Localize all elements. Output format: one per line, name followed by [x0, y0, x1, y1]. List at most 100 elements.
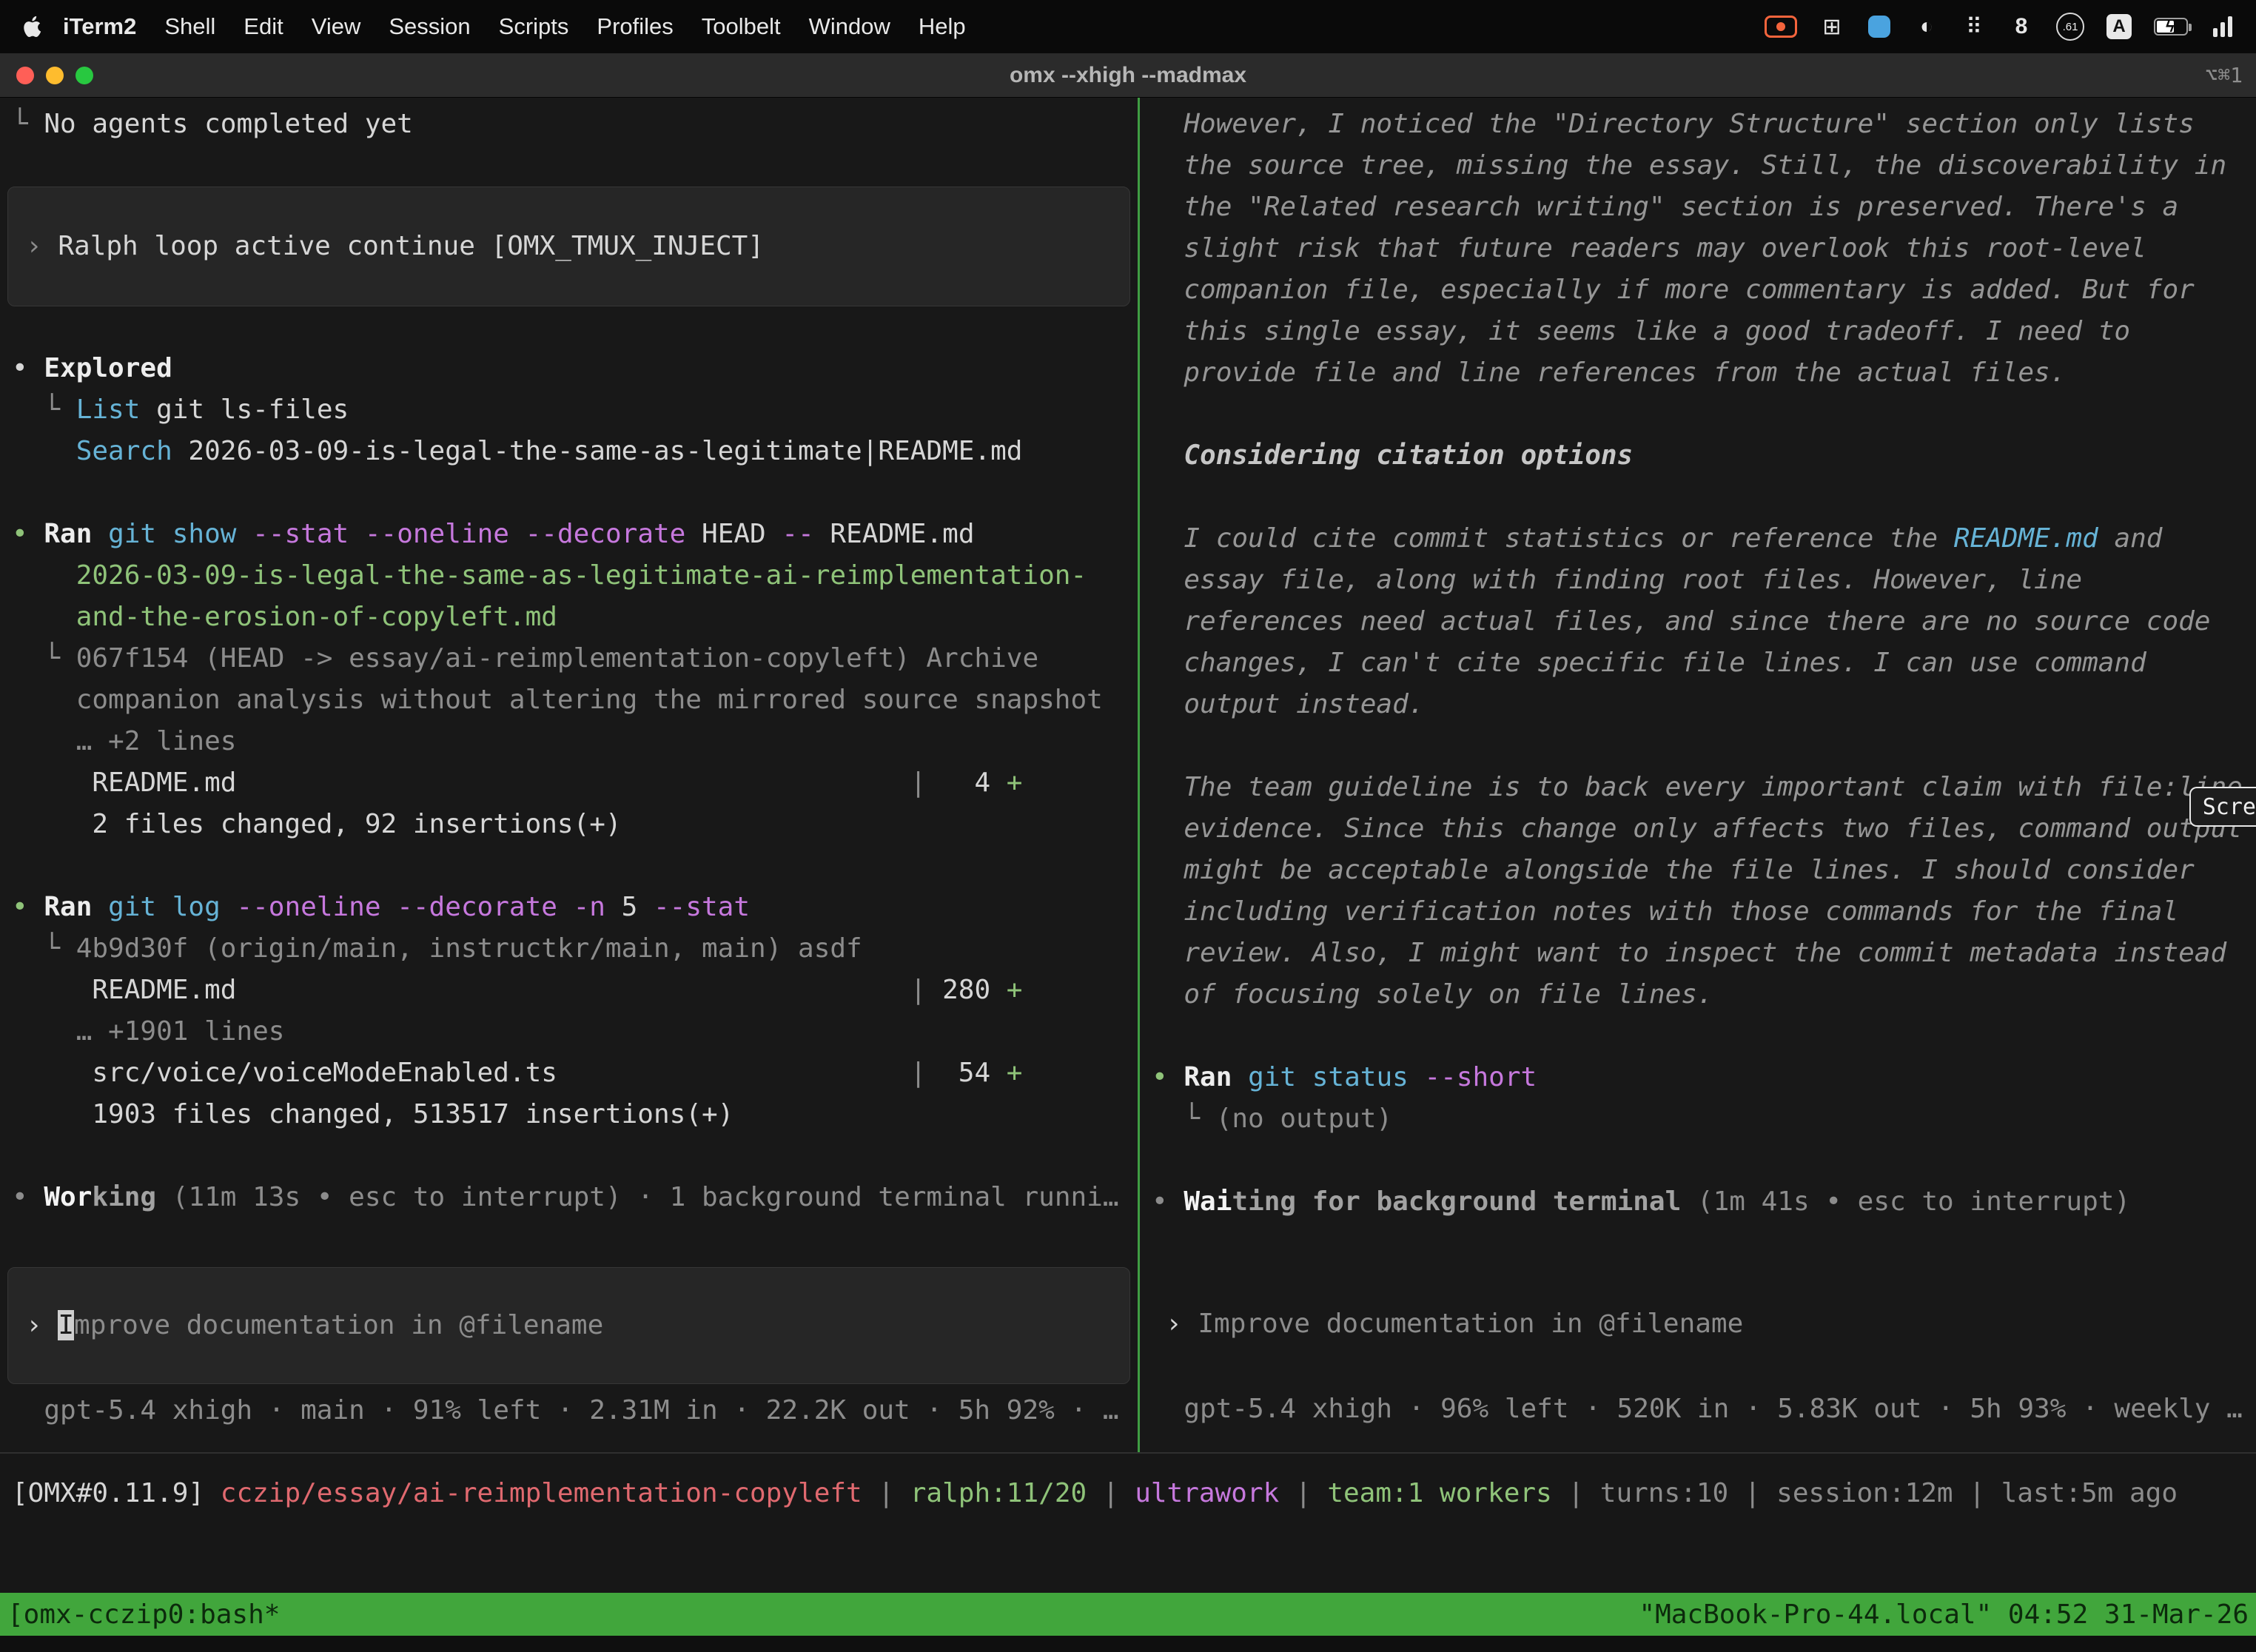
menu-items: iTerm2 ShellEditViewSessionScriptsProfil… — [21, 13, 980, 40]
omx-status-region: [OMX#0.11.9] cczip/essay/ai-reimplementa… — [0, 1454, 2256, 1593]
dark-app-icon[interactable]: ◐ — [1914, 12, 1939, 41]
blue-app-glyph — [1868, 16, 1890, 38]
menu-item-session[interactable]: Session — [375, 13, 484, 39]
git-log-more: … +1901 lines — [12, 1011, 1138, 1052]
blank-line — [1152, 1015, 2256, 1057]
close-button[interactable] — [16, 67, 34, 84]
text-segment: No agents completed yet — [44, 109, 413, 139]
text-segment: companion file, especially if more comme… — [1152, 275, 2195, 305]
text-segment: • — [12, 519, 44, 549]
text-segment: and — [2098, 523, 2163, 554]
text-segment: and-the-erosion-of-copyleft.md — [12, 602, 557, 632]
text-segment: | — [1279, 1478, 1327, 1508]
menu-item-view[interactable]: View — [298, 13, 375, 39]
text-segment: + — [1007, 768, 1023, 798]
text-segment: Ralph loop active continue [OMX_TMUX_INJ… — [58, 231, 764, 261]
text-segment: might be acceptable alongside the file l… — [1152, 855, 2195, 885]
text-segment: this single essay, it seems like a good … — [1152, 316, 2130, 346]
ran-git-log: • Ran git log --oneline --decorate -n 5 … — [12, 887, 1138, 928]
window-shortcut-badge: ⌥⌘1 — [2205, 63, 2256, 87]
key-8-icon[interactable]: 8 — [2009, 12, 2034, 41]
screen-recording-indicator-icon[interactable] — [1765, 16, 1797, 38]
blank-line — [12, 1135, 1138, 1177]
text-segment: README.md — [830, 519, 974, 549]
ralph-loop-banner: › Ralph loop active continue [OMX_TMUX_I… — [26, 226, 1112, 267]
window-title: omx --xhigh --madmax — [0, 63, 2256, 88]
tmux-host-clock: "MacBook-Pro-44.local" 04:52 31-Mar-26 — [1639, 1599, 2249, 1630]
blank-line — [1152, 394, 2256, 435]
working-status: • Working (11m 13s • esc to interrupt) ·… — [12, 1177, 1138, 1218]
git-show-file-1: 2026-03-09-is-legal-the-same-as-legitima… — [12, 555, 1138, 597]
battery-monitor-icon[interactable]: .61 — [2056, 12, 2084, 41]
text-segment: ultrawork — [1135, 1478, 1279, 1508]
prompt-input-left[interactable]: › Improve documentation in @filename — [7, 1267, 1130, 1384]
circle-badge: .61 — [2056, 13, 2084, 41]
blue-app-icon[interactable] — [1867, 12, 1892, 41]
signal-bars-glyph — [2213, 16, 2232, 37]
text-segment: | turns:10 | session:12m | last:5m ago — [1552, 1478, 2178, 1508]
text-segment: gpt-5.4 xhigh · 96% left · 520K in · 5.8… — [1152, 1394, 2243, 1424]
text-segment: README.md — [12, 768, 236, 798]
menu-item-shell[interactable]: Shell — [150, 13, 229, 39]
text-segment: | — [236, 975, 942, 1005]
apple-menu-icon[interactable] — [21, 16, 43, 38]
input-source-icon[interactable]: A — [2106, 12, 2132, 41]
text-segment: | — [557, 1058, 942, 1088]
text-segment: 2 files changed, 92 insertions(+) — [12, 809, 622, 839]
text-segment: --stat — [654, 892, 750, 922]
blank-line — [1152, 725, 2256, 767]
text-segment: 54 — [942, 1058, 1007, 1088]
zoom-button[interactable] — [75, 67, 93, 84]
text-segment: Ran — [44, 519, 108, 549]
text-segment: review. Also, I might want to inspect th… — [1152, 938, 2226, 968]
blank-line — [12, 472, 1138, 514]
dots-grid-icon[interactable]: ⠿ — [1961, 12, 1987, 41]
reasoning-p3: review. Also, I might want to inspect th… — [1152, 933, 2256, 974]
text-segment: | — [862, 1478, 910, 1508]
minimize-button[interactable] — [46, 67, 64, 84]
reasoning-p1: the source tree, missing the essay. Stil… — [1152, 145, 2256, 187]
text-segment: 5 — [622, 892, 654, 922]
reasoning-p1: this single essay, it seems like a good … — [1152, 311, 2256, 352]
grid-icon[interactable]: ⊞ — [1819, 12, 1844, 41]
terminal-pane-right[interactable]: Scre However, I noticed the "Directory S… — [1140, 98, 2256, 1452]
menu-item-toolbelt[interactable]: Toolbelt — [688, 13, 795, 39]
window-title-bar[interactable]: omx --xhigh --madmax ⌥⌘1 — [0, 53, 2256, 98]
text-segment: references need actual files, and since … — [1152, 606, 2210, 637]
text-segment: • — [12, 892, 44, 922]
tmux-status-bar: [omx-cczip0:bash* "MacBook-Pro-44.local"… — [0, 1593, 2256, 1636]
git-show-file-2: and-the-erosion-of-copyleft.md — [12, 597, 1138, 638]
text-segment: gpt-5.4 xhigh · main · 91% left · 2.31M … — [12, 1395, 1119, 1426]
explored-header: • Explored — [12, 348, 1138, 389]
prompt-text: › Improve documentation in @filename — [26, 1305, 1112, 1346]
text-segment: the "Related research writing" section i… — [1152, 192, 2178, 222]
text-segment: › — [26, 231, 58, 261]
reasoning-p2: I could cite commit statistics or refere… — [1152, 518, 2256, 560]
text-segment: … +2 lines — [12, 726, 236, 756]
prompt-input-right[interactable]: › Improve documentation in @filename — [1147, 1266, 2249, 1383]
menu-item-scripts[interactable]: Scripts — [485, 13, 583, 39]
menu-item-window[interactable]: Window — [795, 13, 904, 39]
blank-line — [1152, 1140, 2256, 1181]
text-segment: ralph:11/20 — [910, 1478, 1087, 1508]
terminal-pane-left[interactable]: └ No agents completed yet› Ralph loop ac… — [0, 98, 1138, 1452]
battery-icon[interactable]: ϟ — [2154, 12, 2188, 41]
reasoning-p3: of focusing solely on file lines. — [1152, 974, 2256, 1015]
menu-item-edit[interactable]: Edit — [229, 13, 297, 39]
text-segment: | — [1087, 1478, 1135, 1508]
ralph-loop-banner-box: › Ralph loop active continue [OMX_TMUX_I… — [7, 187, 1130, 306]
reasoning-p2: references need actual files, and since … — [1152, 601, 2256, 642]
menu-item-iterm2[interactable]: iTerm2 — [49, 13, 150, 40]
battery-nub — [2189, 24, 2192, 31]
text-segment: --short — [1424, 1062, 1537, 1092]
text-segment: (1m 41s • esc to interrupt) — [1697, 1186, 2130, 1217]
menu-item-help[interactable]: Help — [904, 13, 980, 39]
tmux-session-label: [omx-cczip0:bash* — [7, 1599, 280, 1630]
text-segment: | — [236, 768, 942, 798]
text-segment: README.md — [12, 975, 236, 1005]
text-segment: Ran — [1184, 1062, 1248, 1092]
text-segment: + — [1007, 975, 1023, 1005]
explored-search: Search 2026-03-09-is-legal-the-same-as-l… — [12, 431, 1138, 472]
signal-bars-icon[interactable] — [2210, 12, 2235, 41]
menu-item-profiles[interactable]: Profiles — [583, 13, 687, 39]
